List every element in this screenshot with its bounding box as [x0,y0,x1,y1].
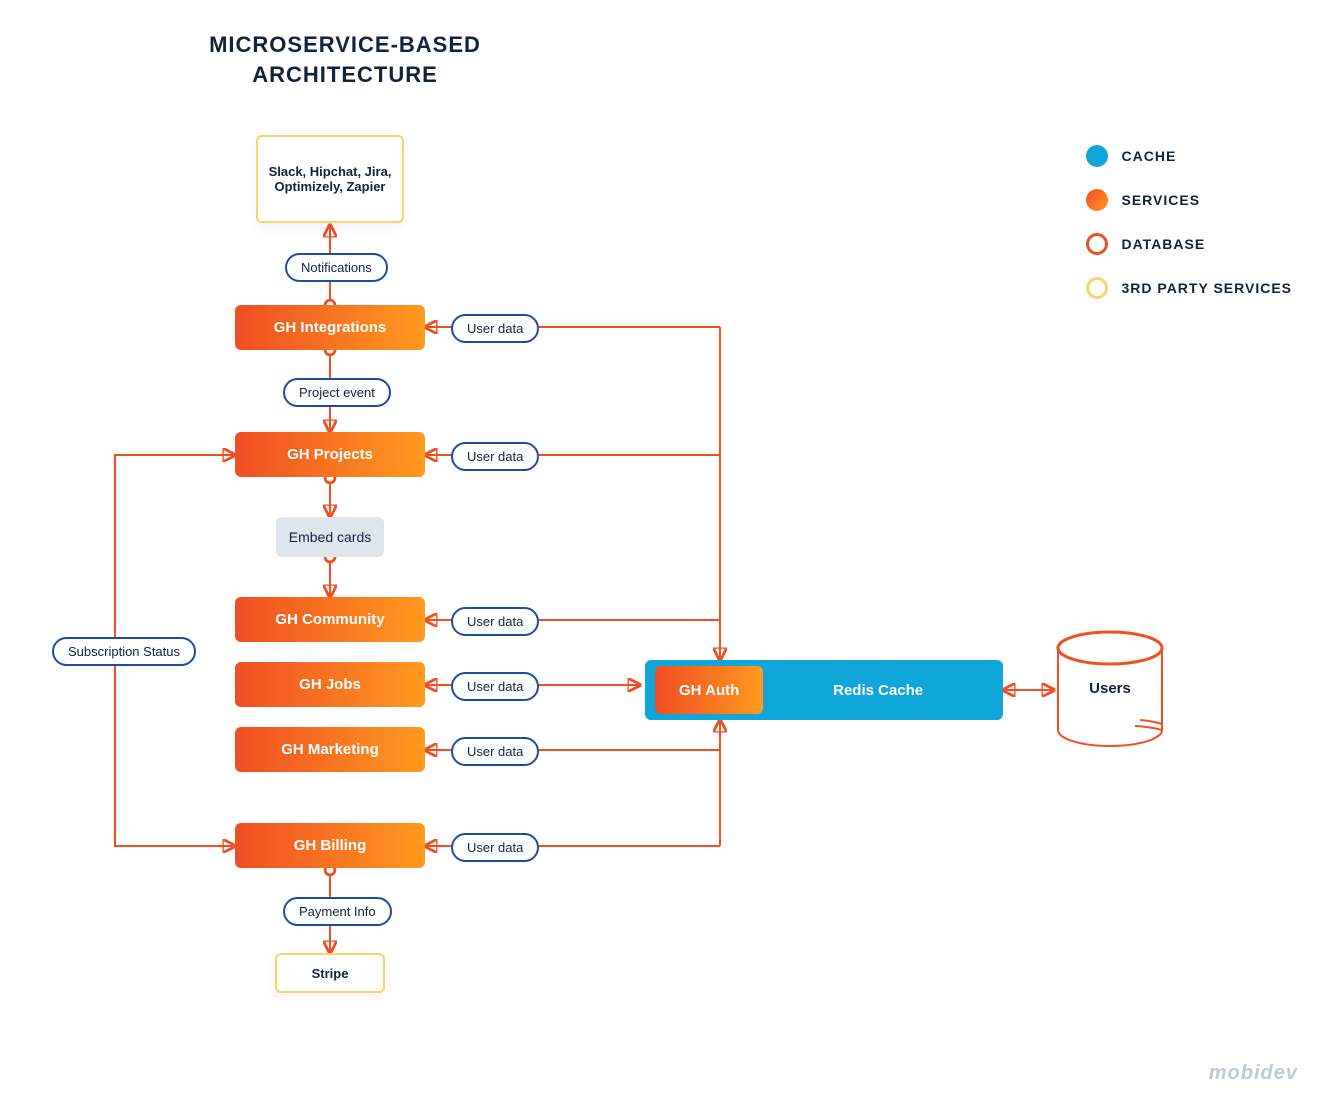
legend-swatch-cache [1086,145,1108,167]
legend-item-third-party: 3RD PARTY SERVICES [1086,277,1293,299]
legend-item-cache: CACHE [1086,145,1293,167]
legend-label-cache: CACHE [1122,148,1177,164]
legend-swatch-3rd [1086,277,1108,299]
edge-label-payment-info: Payment Info [283,897,392,926]
service-community: GH Community [235,597,425,642]
service-integrations: GH Integrations [235,305,425,350]
service-projects: GH Projects [235,432,425,477]
edge-label-userdata-jobs: User data [451,672,539,701]
embed-cards-box: Embed cards [276,517,384,557]
service-jobs: GH Jobs [235,662,425,707]
legend-item-database: DATABASE [1086,233,1293,255]
cache-box: GH Auth Redis Cache [645,660,1003,720]
edge-label-userdata-integrations: User data [451,314,539,343]
brand-watermark: mobidev [1209,1062,1298,1085]
edge-label-userdata-marketing: User data [451,737,539,766]
title-line-2: ARCHITECTURE [252,62,438,87]
legend-item-services: SERVICES [1086,189,1293,211]
third-party-box-top: Slack, Hipchat, Jira, Optimizely, Zapier [256,135,404,223]
edge-label-subscription-status: Subscription Status [52,637,196,666]
service-billing: GH Billing [235,823,425,868]
edge-label-userdata-projects: User data [451,442,539,471]
legend-swatch-services [1086,189,1108,211]
title-line-1: MICROSERVICE-BASED [209,32,481,57]
edge-label-project-event: Project event [283,378,391,407]
legend-label-database: DATABASE [1122,236,1206,252]
database-label: Users [1060,680,1160,697]
legend-swatch-database [1086,233,1108,255]
service-auth: GH Auth [655,666,763,714]
legend-label-third-party: 3RD PARTY SERVICES [1122,280,1293,296]
cache-label: Redis Cache [763,682,993,699]
third-party-box-bottom: Stripe [275,953,385,993]
edge-label-userdata-billing: User data [451,833,539,862]
service-marketing: GH Marketing [235,727,425,772]
edge-label-notifications: Notifications [285,253,388,282]
edge-label-userdata-community: User data [451,607,539,636]
legend-label-services: SERVICES [1122,192,1201,208]
third-party-top-label: Slack, Hipchat, Jira, Optimizely, Zapier [268,164,392,194]
legend: CACHE SERVICES DATABASE 3RD PARTY SERVIC… [1086,145,1293,299]
diagram-title: MICROSERVICE-BASED ARCHITECTURE [195,30,495,89]
